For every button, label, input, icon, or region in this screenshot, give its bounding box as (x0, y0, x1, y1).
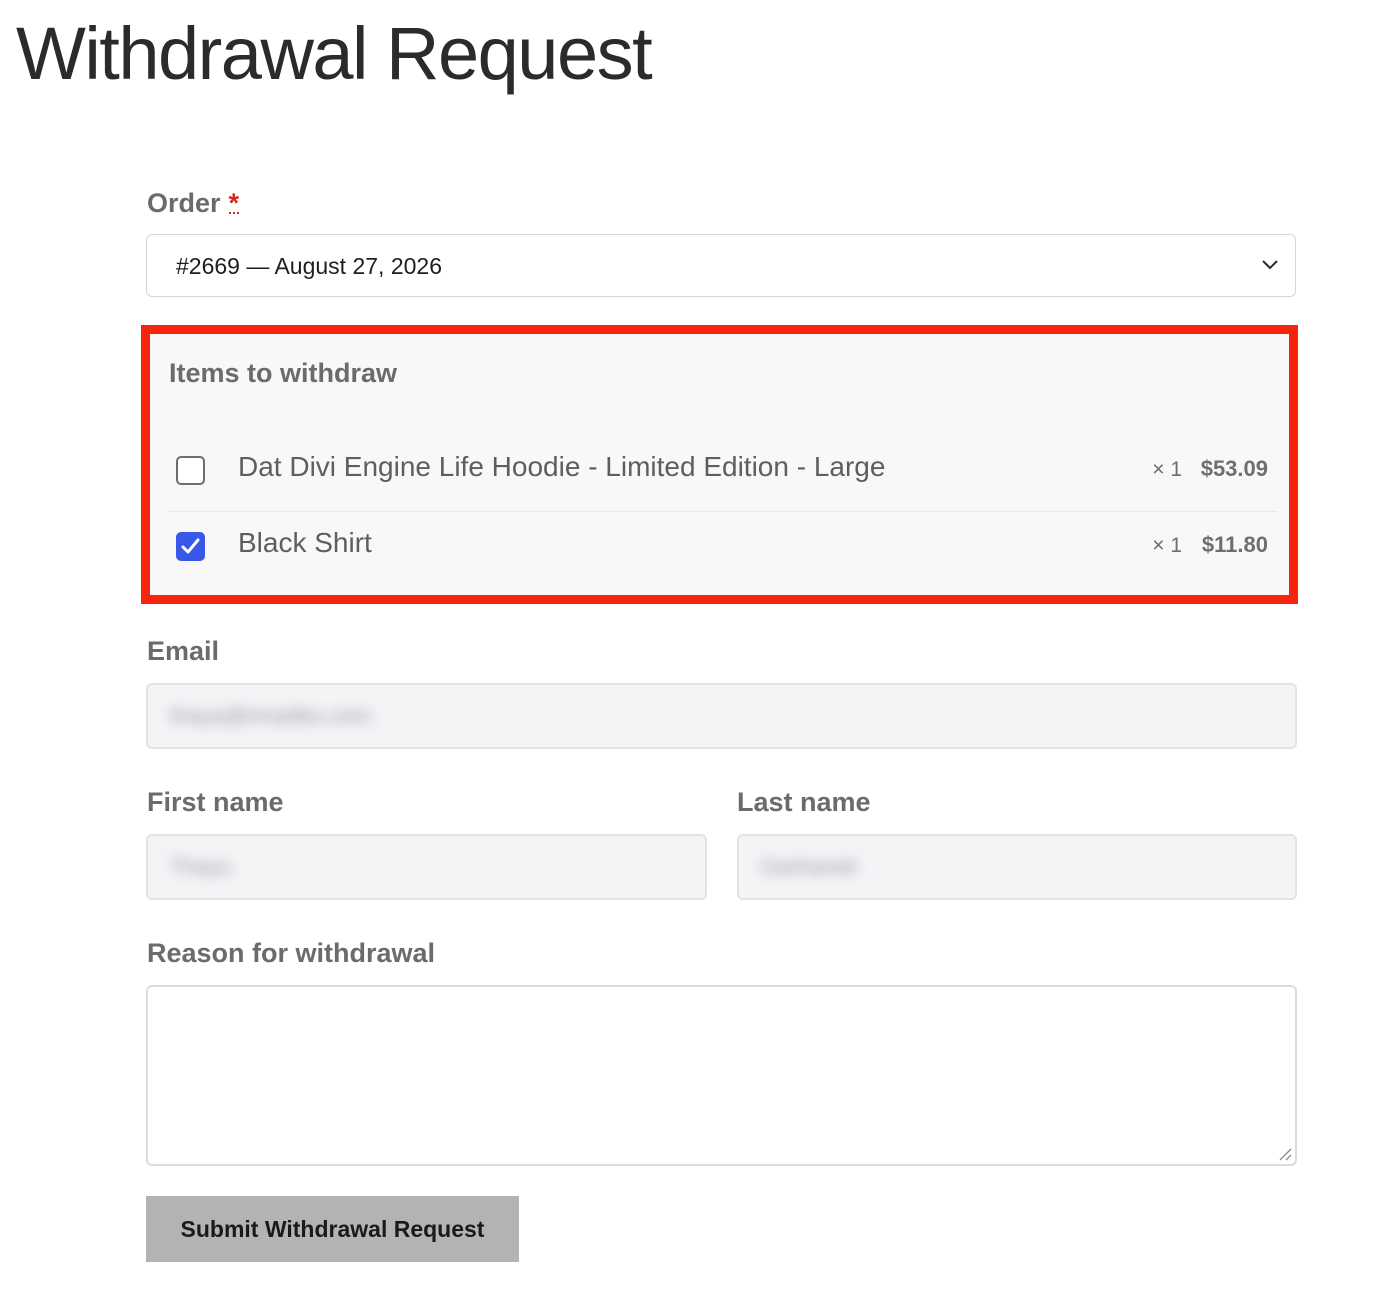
order-label-text: Order (147, 188, 221, 218)
item-quantity: × 1 (1152, 458, 1182, 481)
last-name-label: Last name (737, 787, 871, 817)
first-name-value: Thayu (170, 854, 232, 879)
withdraw-item-row: Black Shirt × 1 $11.80 (169, 511, 1277, 587)
item-name: Black Shirt (238, 527, 372, 558)
resize-handle-icon[interactable] (1277, 1146, 1293, 1162)
first-name-label: First name (147, 787, 284, 817)
item-checkbox[interactable] (176, 456, 205, 485)
last-name-field[interactable]: Garhanek (737, 834, 1297, 900)
last-name-value: Garhanek (761, 854, 858, 879)
checkmark-icon (181, 538, 200, 554)
required-marker: * (228, 188, 240, 218)
email-value: thaya@inradiko.com (170, 703, 371, 728)
email-label: Email (147, 636, 220, 666)
reason-label: Reason for withdrawal (147, 938, 436, 968)
order-select[interactable]: #2669 — August 27, 2026 (146, 234, 1296, 297)
item-price: $11.80 (1201, 532, 1268, 557)
order-label: Order * (147, 188, 240, 219)
items-to-withdraw-section: Items to withdraw Dat Divi Engine Life H… (141, 325, 1298, 604)
withdraw-item-row: Dat Divi Engine Life Hoodie - Limited Ed… (169, 435, 1277, 512)
item-checkbox[interactable] (176, 532, 205, 561)
item-quantity: × 1 (1152, 534, 1182, 557)
chevron-down-icon (1262, 260, 1278, 270)
first-name-field[interactable]: Thayu (146, 834, 707, 900)
order-select-value: #2669 — August 27, 2026 (176, 253, 442, 279)
page-title: Withdrawal Request (16, 12, 653, 95)
email-field[interactable]: thaya@inradiko.com (146, 683, 1297, 749)
items-section-title: Items to withdraw (169, 358, 398, 388)
submit-withdrawal-button[interactable]: Submit Withdrawal Request (146, 1196, 519, 1262)
reason-textarea[interactable] (146, 985, 1297, 1166)
item-name: Dat Divi Engine Life Hoodie - Limited Ed… (238, 451, 886, 482)
item-price: $53.09 (1200, 456, 1268, 481)
